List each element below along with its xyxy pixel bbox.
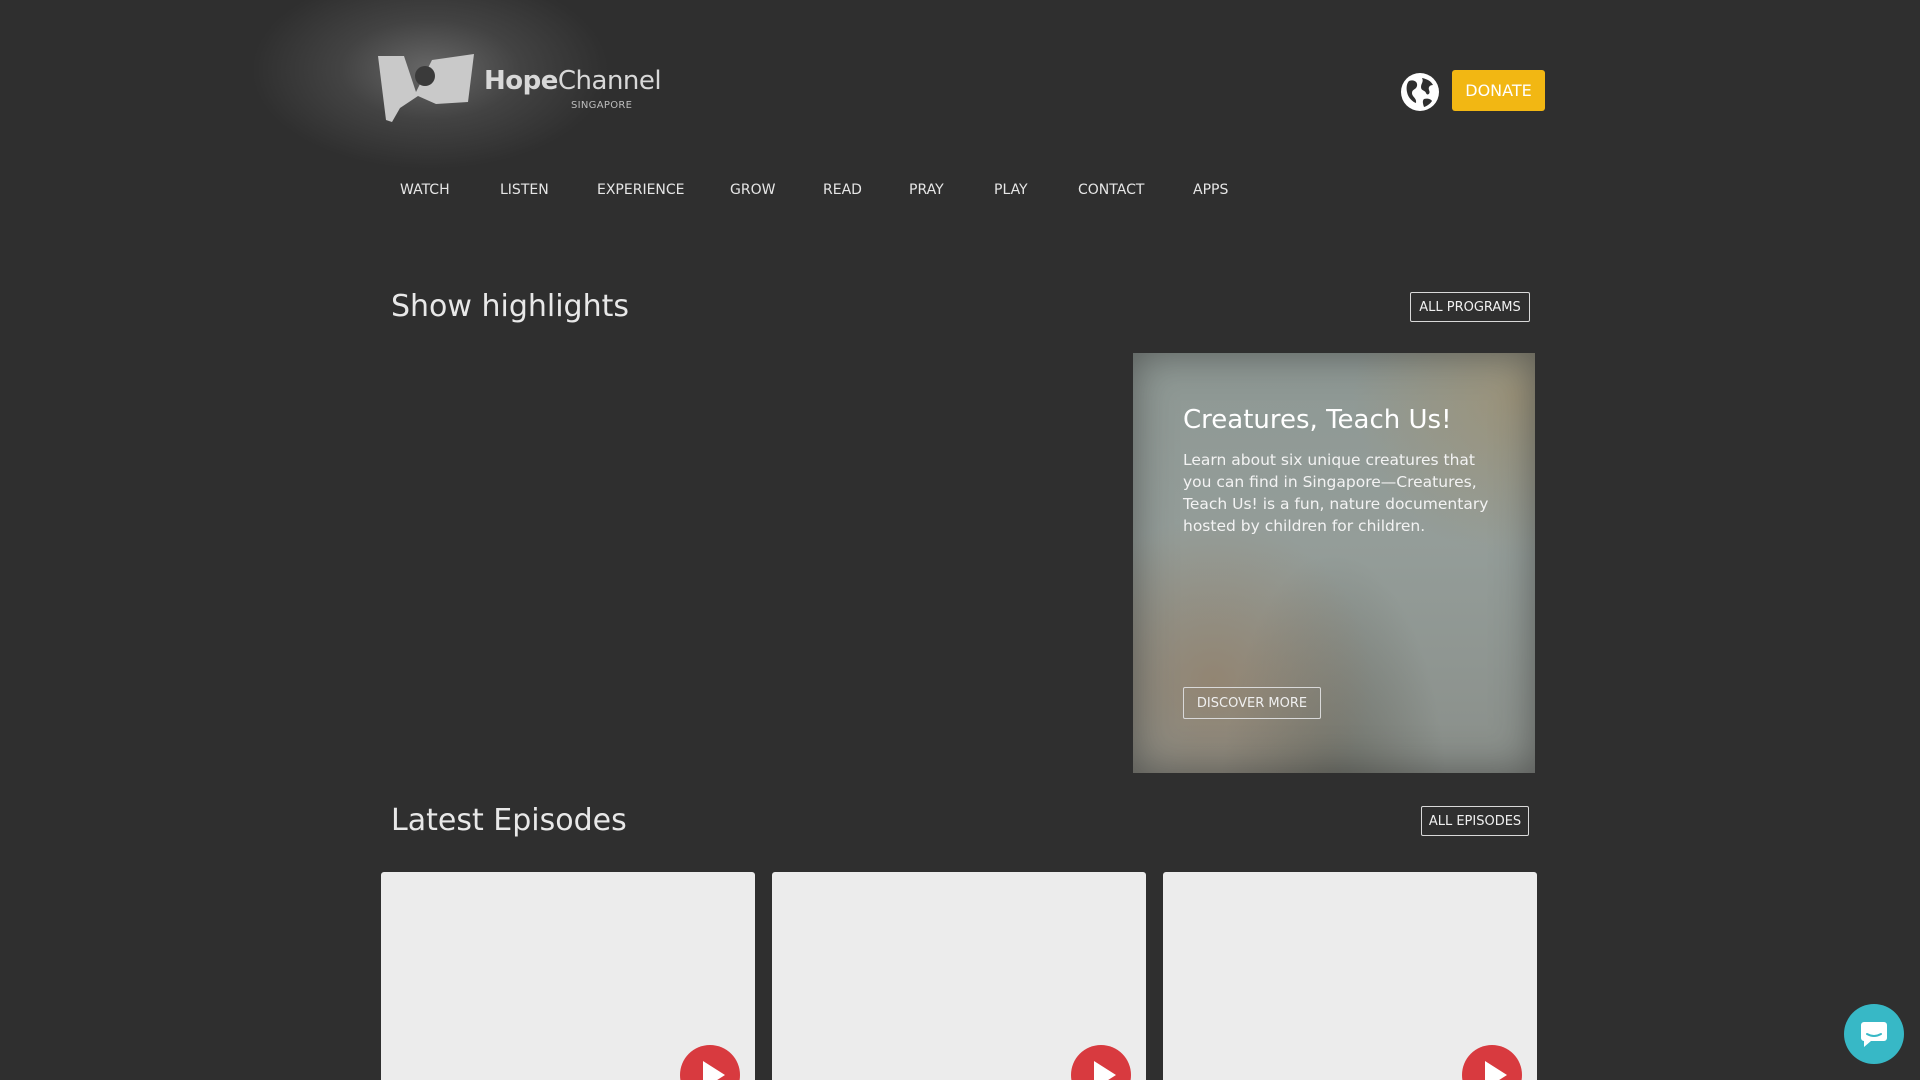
logo-subtitle: SINGAPORE (571, 100, 633, 111)
episode-card[interactable] (381, 872, 755, 1080)
play-icon[interactable] (680, 1045, 740, 1080)
logo-wordmark: HopeChannel (484, 66, 662, 96)
feature-description: Learn about six unique creatures that yo… (1183, 451, 1489, 535)
nav-item-experience[interactable]: EXPERIENCE (597, 182, 685, 198)
nav-item-play[interactable]: PLAY (994, 182, 1028, 198)
play-icon[interactable] (1071, 1045, 1131, 1080)
highlight-video-area[interactable] (391, 353, 1124, 773)
nav-item-read[interactable]: READ (823, 182, 862, 198)
feature-card: Creatures, Teach Us! Learn about six uni… (1133, 353, 1535, 773)
nav-item-pray[interactable]: PRAY (909, 182, 944, 198)
feature-title: Creatures, Teach Us! (1183, 405, 1452, 435)
nav-item-apps[interactable]: APPS (1193, 182, 1228, 198)
logo-bold: Hope (484, 66, 558, 96)
episode-card[interactable] (1163, 872, 1537, 1080)
logo-light: Channel (557, 66, 662, 96)
chat-widget-button[interactable] (1844, 1004, 1904, 1064)
latest-episodes-title: Latest Episodes (391, 803, 627, 838)
discover-more-button[interactable]: DISCOVER MORE (1183, 687, 1321, 719)
nav-item-watch[interactable]: WATCH (400, 182, 450, 198)
page: HopeChannel SINGAPORE DONATE WATCH LISTE… (0, 0, 1920, 1080)
nav-item-listen[interactable]: LISTEN (500, 182, 549, 198)
all-programs-button[interactable]: ALL PROGRAMS (1410, 292, 1530, 322)
nav-item-grow[interactable]: GROW (730, 182, 775, 198)
episode-card[interactable] (772, 872, 1146, 1080)
hope-channel-logo[interactable]: HopeChannel SINGAPORE (378, 52, 662, 124)
all-episodes-button[interactable]: ALL EPISODES (1421, 806, 1529, 836)
show-highlights-title: Show highlights (391, 289, 630, 324)
donate-button[interactable]: DONATE (1452, 70, 1545, 111)
play-icon[interactable] (1462, 1045, 1522, 1080)
hope-channel-logo-mark-icon (378, 54, 474, 122)
nav-item-contact[interactable]: CONTACT (1078, 182, 1144, 198)
chat-icon (1861, 1022, 1887, 1047)
language-globe-icon[interactable] (1400, 72, 1440, 112)
